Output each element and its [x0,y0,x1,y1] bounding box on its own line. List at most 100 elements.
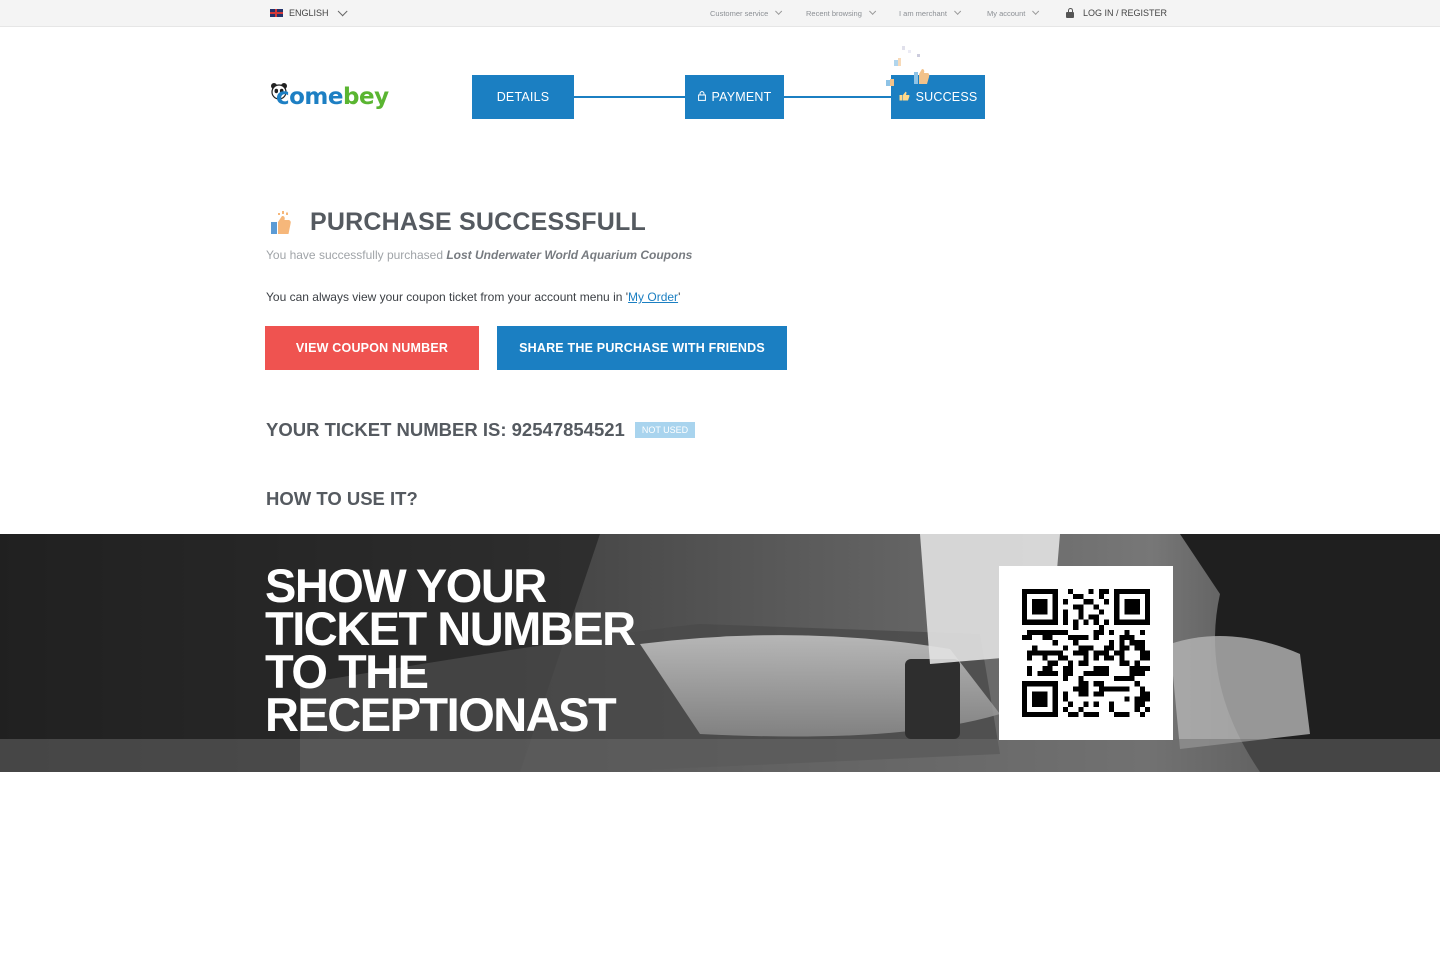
qr-module [1083,691,1089,697]
qr-module [1022,681,1028,687]
qr-module [1134,665,1140,671]
qr-module [1093,681,1099,687]
qr-module [1109,701,1115,707]
qr-module [1129,589,1135,595]
qr-module [1098,609,1104,615]
qr-module [1073,624,1079,630]
qr-module [1068,711,1074,717]
qr-module [1103,655,1110,661]
qr-module [1124,645,1130,651]
qr-module [1042,589,1048,595]
qr-module [1134,619,1140,625]
qr-module [1032,681,1038,687]
qr-module [1037,619,1043,625]
qr-module [1047,635,1053,641]
button-label: VIEW COUPON NUMBER [295,341,449,355]
qr-module [1103,589,1110,595]
language-selector[interactable]: ENGLISH [270,5,348,18]
qr-module [1119,645,1125,651]
qr-module [1062,670,1069,677]
qr-module [1078,676,1084,682]
note-prefix: You can always view your coupon ticket f… [266,290,629,304]
step-label: SUCCESS [915,90,978,104]
qr-module [1093,691,1099,697]
nav-customer-service[interactable]: Customer service [710,7,783,18]
qr-module [1134,706,1140,712]
qr-module [1068,635,1074,641]
qr-module [1047,665,1053,671]
qr-module [1047,660,1053,666]
qr-module [1037,711,1043,717]
qr-module [1032,696,1038,702]
qr-module [1078,645,1084,651]
qr-module [1098,691,1104,697]
nav-merchant[interactable]: I am merchant [899,7,962,18]
qr-module [1144,619,1150,625]
qr-module [1098,665,1104,671]
qr-module [1144,604,1150,610]
qr-module [1032,701,1038,707]
qr-module [1083,660,1089,666]
qr-module [1022,594,1028,600]
qr-module [1078,609,1084,615]
qr-module [1119,619,1125,625]
qr-module [1047,681,1053,687]
qr-module [1119,655,1125,661]
share-purchase-button[interactable]: SHARE THE PURCHASE WITH FRIENDS [497,326,787,370]
qr-module [1052,599,1058,605]
nav-recent-browsing[interactable]: Recent browsing [806,7,877,18]
qr-module [1083,619,1089,625]
logo-part-bey: bey [343,84,389,110]
qr-module [1083,655,1089,661]
qr-module [1032,599,1038,605]
qr-module [1042,701,1048,707]
qr-module [1052,614,1058,620]
qr-module [1114,609,1120,615]
my-order-link[interactable]: My Order [628,290,678,304]
qr-module [1093,701,1099,707]
qr-module [1032,604,1038,610]
qr-module [1062,676,1069,682]
qr-module [1052,701,1058,707]
site-logo[interactable]: comebey [270,80,389,112]
qr-module [1093,665,1099,671]
qr-module [1042,650,1048,656]
qr-module [1124,599,1130,605]
nav-label: My account [987,9,1026,18]
qr-module [1139,691,1145,697]
button-label: SHARE THE PURCHASE WITH FRIENDS [519,341,765,355]
qr-module [1083,686,1089,692]
qr-module [1042,665,1048,671]
nav-my-account[interactable]: My account [987,7,1040,18]
qr-module [1078,660,1084,666]
view-coupon-button[interactable]: VIEW COUPON NUMBER [265,326,479,370]
qr-module [1134,604,1140,610]
qr-module [1052,609,1058,615]
qr-module [1083,670,1089,677]
qr-module [1088,645,1094,651]
qr-module [1022,706,1028,712]
qr-module [1144,706,1150,712]
qr-module [1078,614,1084,620]
qr-module [1144,589,1150,595]
qr-module [1144,691,1150,697]
qr-module [1047,711,1053,717]
qr-module [1032,711,1038,717]
qr-module [1078,604,1084,610]
qr-module [1139,619,1145,625]
qr-module [1088,711,1094,717]
banner-line: TICKET NUMBER [265,602,636,655]
qr-module [1022,686,1028,692]
qr-module [1057,629,1063,636]
qr-module [1062,706,1069,712]
qr-module [1027,589,1033,595]
qr-module [1139,696,1145,702]
banner-line: RECEPTIONAST [265,688,617,741]
banner-line: TO THE [265,645,429,698]
login-register-link[interactable]: LOG IN / REGISTER [1066,7,1168,18]
login-label: LOG IN / REGISTER [1083,8,1168,18]
qr-module [1119,635,1125,641]
qr-module [1129,676,1135,682]
logo-wordmark: comebey [276,84,389,110]
qr-module [1052,660,1058,666]
